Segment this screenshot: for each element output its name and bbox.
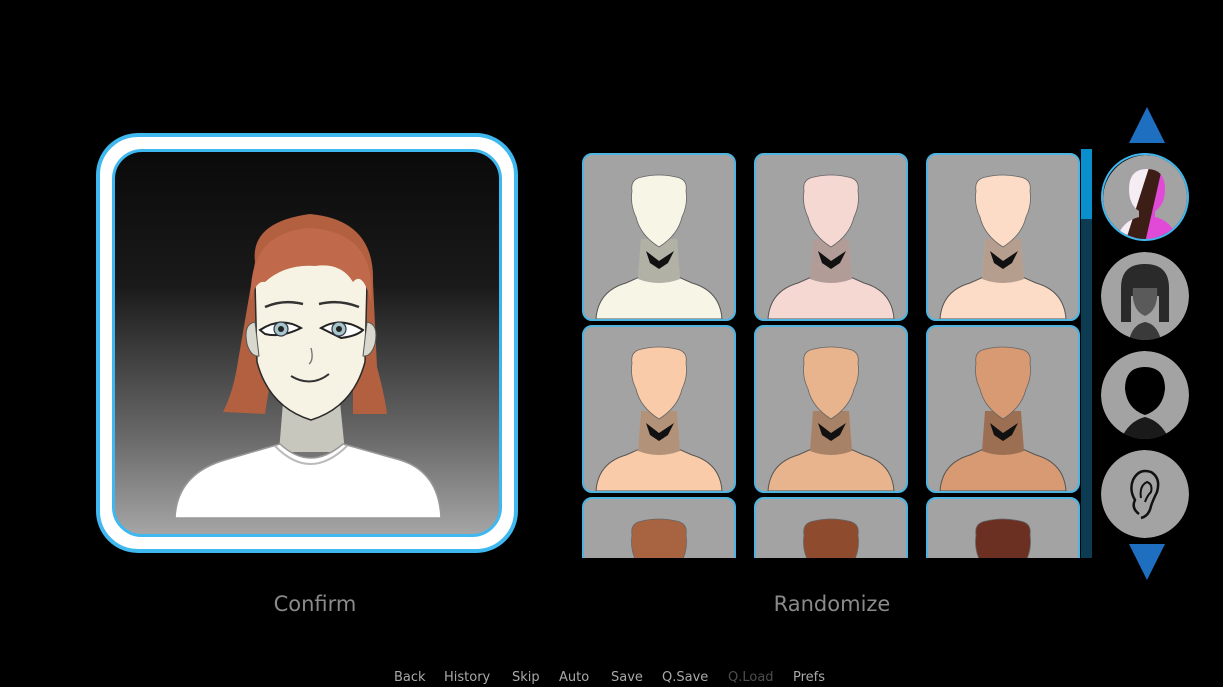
head-shape-icon [1101, 351, 1189, 439]
quick-menu-skip[interactable]: Skip [512, 670, 540, 685]
skin-tone-5-swatch[interactable] [754, 325, 908, 493]
skin-silhouette-icon [803, 518, 859, 558]
skin-color-icon [1103, 155, 1187, 239]
scroll-down-arrow-icon[interactable] [1127, 542, 1167, 582]
grid-scrollbar[interactable] [1081, 149, 1092, 558]
skin-tone-1-swatch[interactable] [582, 153, 736, 321]
randomize-button[interactable]: Randomize [742, 592, 922, 616]
skin-silhouette-icon [767, 174, 895, 319]
skin-tone-3-swatch[interactable] [926, 153, 1080, 321]
category-hair-button[interactable] [1101, 252, 1189, 340]
hair-icon [1101, 252, 1189, 340]
category-ear-button[interactable] [1101, 450, 1189, 538]
quick-menu: Back History Skip Auto Save Q.Save Q.Loa… [0, 670, 1223, 687]
skin-tone-2-swatch[interactable] [754, 153, 908, 321]
skin-tone-grid [580, 152, 1080, 558]
preview-shirt [174, 443, 442, 519]
character-preview-frame [96, 133, 518, 553]
skin-silhouette-icon [939, 346, 1067, 491]
quick-menu-qload: Q.Load [728, 670, 774, 685]
skin-silhouette-icon [767, 346, 895, 491]
category-head-shape-button[interactable] [1101, 351, 1189, 439]
skin-tone-4-swatch[interactable] [582, 325, 736, 493]
quick-menu-auto[interactable]: Auto [559, 670, 589, 685]
skin-tone-6-swatch[interactable] [926, 325, 1080, 493]
quick-menu-qsave[interactable]: Q.Save [662, 670, 708, 685]
skin-silhouette-icon [595, 174, 723, 319]
skin-silhouette-icon [631, 518, 687, 558]
skin-silhouette-icon [975, 518, 1031, 558]
confirm-button[interactable]: Confirm [234, 592, 396, 616]
quick-menu-save[interactable]: Save [611, 670, 643, 685]
skin-tone-7-swatch[interactable] [582, 497, 736, 558]
grid-scrollbar-thumb[interactable] [1081, 149, 1092, 219]
scroll-up-arrow-icon[interactable] [1127, 105, 1167, 145]
skin-tone-9-swatch[interactable] [926, 497, 1080, 558]
ear-icon [1101, 450, 1189, 538]
quick-menu-history[interactable]: History [444, 670, 490, 685]
skin-silhouette-icon [595, 346, 723, 491]
skin-tone-8-swatch[interactable] [754, 497, 908, 558]
skin-silhouette-icon [939, 174, 1067, 319]
quick-menu-back[interactable]: Back [394, 670, 426, 685]
quick-menu-prefs[interactable]: Prefs [793, 670, 825, 685]
category-skin-color-button[interactable] [1101, 153, 1189, 241]
character-preview [112, 149, 502, 537]
